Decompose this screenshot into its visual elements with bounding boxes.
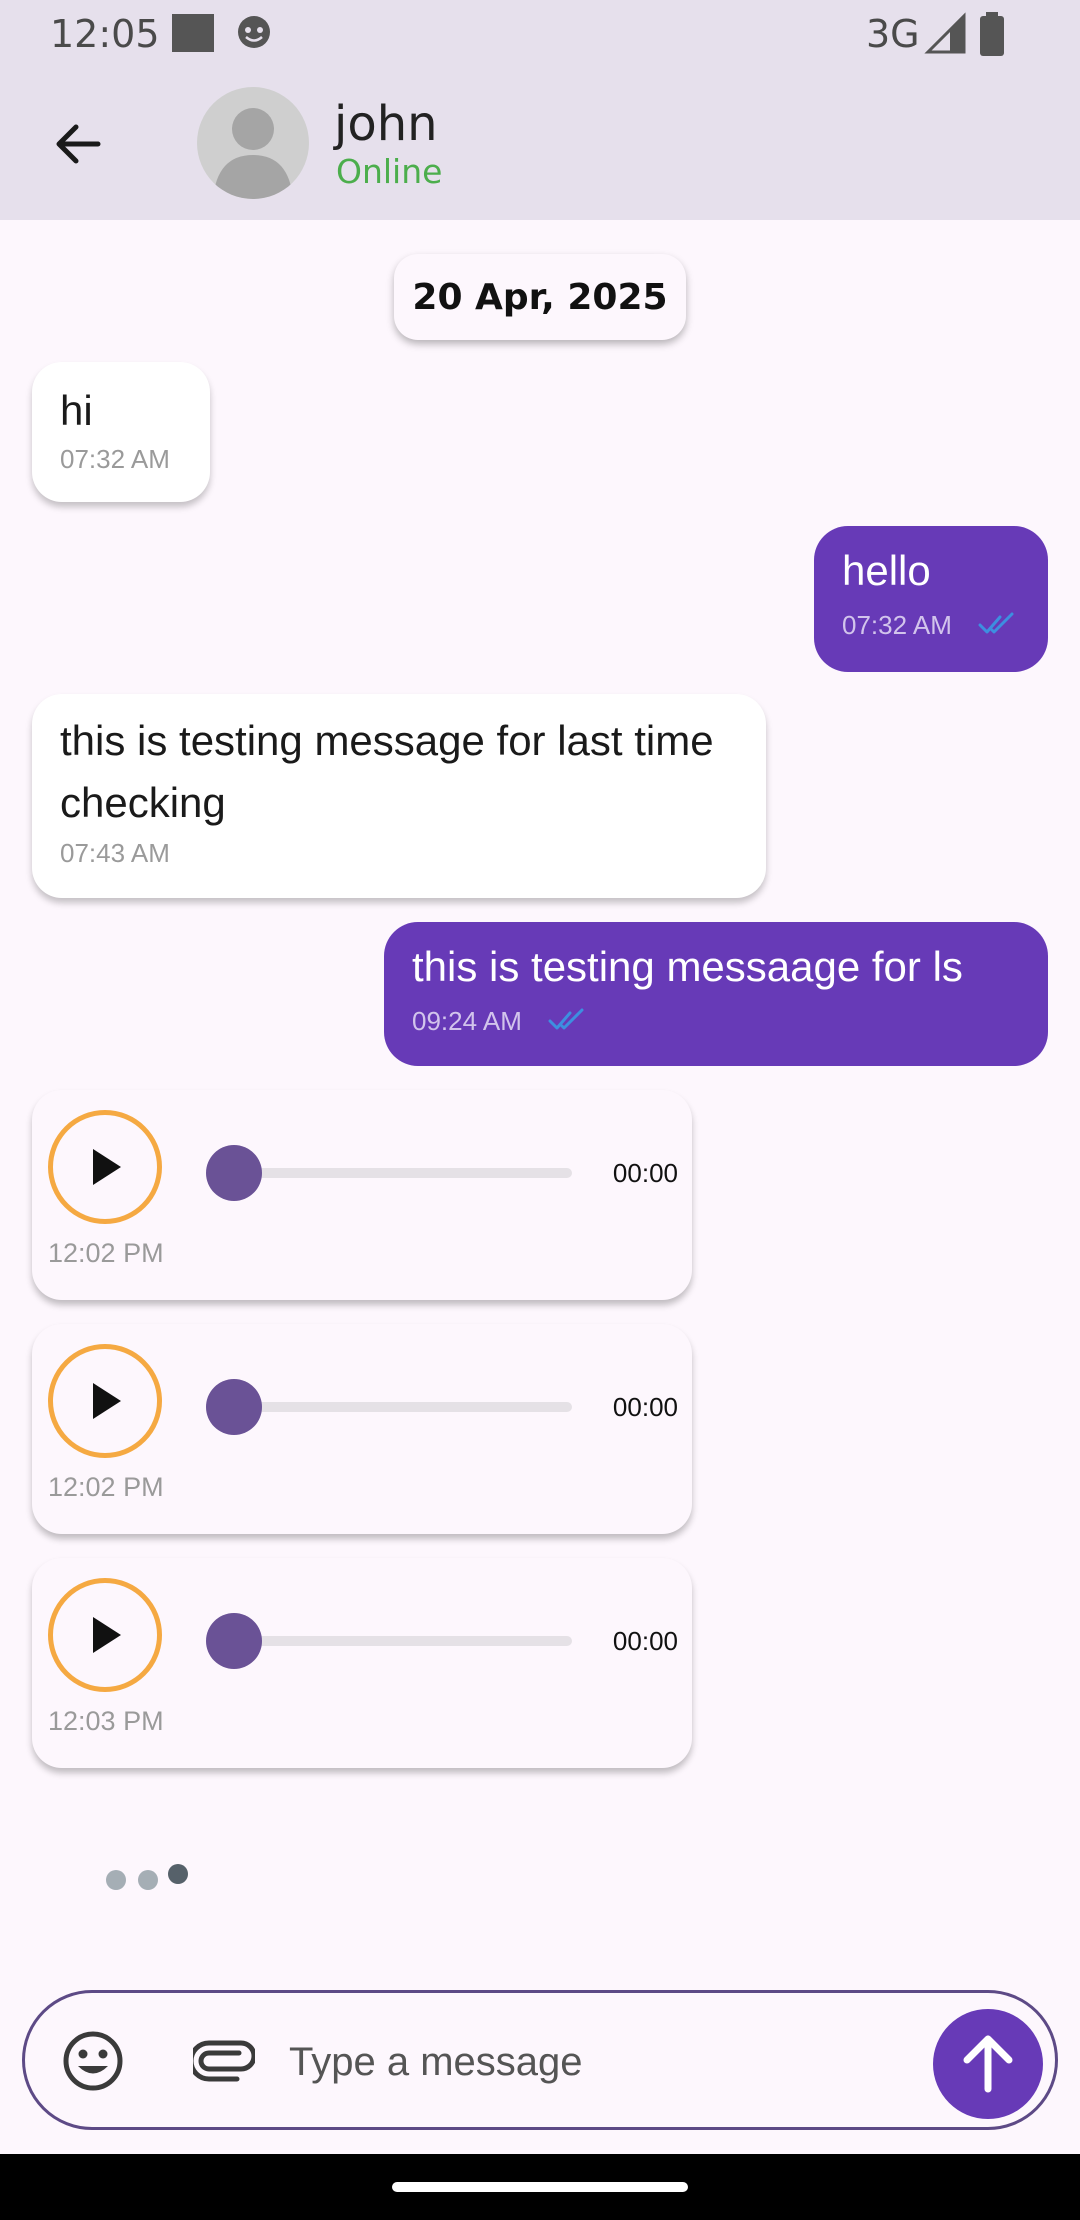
message-time: 12:03 PM [48, 1706, 164, 1736]
message-bubble-outgoing[interactable]: this is testing messaage for ls 09:24 AM [384, 922, 1048, 1066]
message-bubble-outgoing[interactable]: hello 07:32 AM [814, 526, 1048, 672]
play-button[interactable] [48, 1344, 162, 1458]
double-check-icon [978, 612, 1014, 634]
notification-face-icon [238, 16, 270, 48]
voice-duration: 00:00 [612, 1158, 678, 1188]
message-bubble-incoming[interactable]: this is testing message for last time ch… [32, 694, 766, 898]
message-time: 09:24 AM [412, 1006, 522, 1036]
typing-dot [138, 1870, 158, 1890]
avatar[interactable] [197, 87, 309, 199]
voice-message: 00:00 12:02 PM [32, 1324, 692, 1534]
avatar-placeholder-icon [213, 108, 293, 199]
emoji-icon[interactable] [61, 2029, 125, 2093]
message-input[interactable] [287, 2023, 911, 2101]
send-arrow-icon [963, 2035, 1013, 2093]
attach-icon[interactable] [193, 2035, 255, 2087]
home-gesture-handle[interactable] [392, 2182, 688, 2192]
notification-square-icon [172, 14, 214, 52]
double-check-icon [548, 1008, 584, 1030]
message-text: this is testing message for last time ch… [60, 717, 714, 826]
voice-progress-thumb[interactable] [206, 1613, 262, 1669]
message-text: this is testing messaage for ls [412, 943, 963, 990]
message-time: 12:02 PM [48, 1472, 164, 1502]
voice-message: 00:00 12:03 PM [32, 1558, 692, 1768]
message-bubble-incoming[interactable]: hi 07:32 AM [32, 362, 210, 502]
voice-message: 00:00 12:02 PM [32, 1090, 692, 1300]
message-time: 07:32 AM [60, 444, 170, 474]
typing-dot [168, 1864, 188, 1884]
play-button[interactable] [48, 1578, 162, 1692]
message-time: 12:02 PM [48, 1238, 164, 1268]
voice-progress-track[interactable] [232, 1168, 572, 1178]
voice-progress-thumb[interactable] [206, 1145, 262, 1201]
send-button[interactable] [933, 2009, 1043, 2119]
back-arrow-icon[interactable] [48, 114, 108, 174]
message-text: hello [842, 547, 931, 594]
message-text: hi [60, 387, 93, 434]
network-type-label: 3G [866, 12, 920, 56]
message-composer [22, 1990, 1058, 2130]
chat-app-bar [0, 70, 1080, 220]
message-time: 07:43 AM [60, 838, 170, 868]
date-separator: 20 Apr, 2025 [394, 254, 686, 340]
voice-progress-thumb[interactable] [206, 1379, 262, 1435]
status-bar: 12:05 3G [0, 0, 1080, 70]
voice-progress-track[interactable] [232, 1402, 572, 1412]
voice-progress-track[interactable] [232, 1636, 572, 1646]
contact-name[interactable]: john [334, 96, 438, 152]
status-time: 12:05 [50, 12, 160, 56]
typing-dot [106, 1870, 126, 1890]
signal-icon [924, 12, 966, 54]
voice-duration: 00:00 [612, 1626, 678, 1656]
battery-icon [980, 12, 1004, 56]
play-icon [93, 1149, 121, 1185]
message-time: 07:32 AM [842, 610, 952, 640]
play-icon [93, 1383, 121, 1419]
play-icon [93, 1617, 121, 1653]
play-button[interactable] [48, 1110, 162, 1224]
voice-duration: 00:00 [612, 1392, 678, 1422]
contact-status: Online [336, 152, 443, 191]
